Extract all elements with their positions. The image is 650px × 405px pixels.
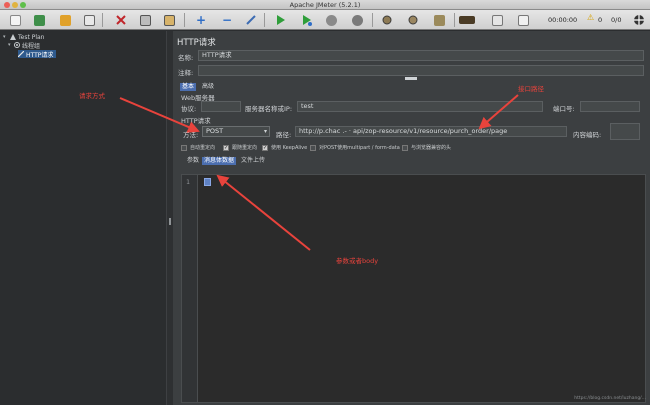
expand-toggle-icon[interactable]: ▾ (3, 34, 6, 40)
multipart-checkbox[interactable]: 对POST使用multipart / form-data (310, 144, 400, 151)
copy-icon[interactable] (136, 12, 154, 28)
protocol-label: 协议: (181, 105, 197, 113)
check-icon: ✓ (262, 144, 268, 151)
jmeter-window: Apache JMeter (5.2.1) + − 00:00:00 ⚠ 0 0… (0, 0, 650, 405)
method-label: 方法: (183, 131, 199, 139)
watermark: https://blog.csdn.net/luzhang/... (574, 396, 646, 401)
expand-icon[interactable]: + (192, 12, 210, 28)
server-field[interactable]: test (297, 101, 543, 112)
tab-advanced[interactable]: 高级 (200, 83, 216, 91)
encoding-label: 内容编码: (573, 131, 602, 139)
annotation-body: 参数或者body (336, 257, 379, 265)
toggle-icon[interactable] (242, 12, 260, 28)
test-plan-tree: ▾ Test Plan ▾ 线程组 HTTP请求 (0, 31, 167, 405)
tab-parameters[interactable]: 参数 (185, 157, 201, 165)
browser-headers-checkbox[interactable]: 与浏览器兼容的头 (402, 144, 451, 151)
check-icon: ✓ (223, 144, 229, 151)
chevron-down-icon: ▾ (263, 128, 267, 135)
line-number-gutter: 1 (182, 175, 198, 402)
toolbar: + − 00:00:00 ⚠ 0 0/0 (0, 10, 650, 30)
name-field[interactable]: HTTP请求 (198, 50, 644, 61)
templates-icon[interactable] (30, 12, 48, 28)
annotation-method: 请求方式 (79, 92, 105, 100)
port-label: 端口号: (553, 105, 575, 113)
window-title: Apache JMeter (5.2.1) (289, 1, 361, 9)
protocol-field[interactable] (201, 101, 241, 112)
elapsed-timer: 00:00:00 (548, 16, 578, 24)
help-icon[interactable] (630, 12, 648, 28)
clear-icon[interactable] (404, 12, 422, 28)
test-plan-icon (10, 34, 16, 40)
body-data-editor[interactable]: 1 (181, 174, 646, 403)
annotation-path: 接口路径 (518, 85, 544, 93)
http-request-panel: HTTP请求 名称: HTTP请求 注释: 基本 高级 Web服务器 协议: 服… (173, 31, 650, 405)
new-icon[interactable] (6, 12, 24, 28)
stop-icon[interactable] (322, 12, 340, 28)
port-field[interactable] (580, 101, 640, 112)
line-number: 1 (186, 178, 190, 186)
save-icon[interactable] (80, 12, 98, 28)
comment-field[interactable] (198, 65, 644, 76)
start-no-pause-icon[interactable] (298, 12, 316, 28)
start-icon[interactable] (272, 12, 290, 28)
path-field[interactable]: http://p.chac .- · api/zop-resource/v1/r… (295, 126, 567, 137)
tree-node-thread-group[interactable]: 线程组 (14, 41, 40, 50)
search-icon[interactable] (458, 12, 476, 28)
reset-search-icon[interactable] (488, 12, 506, 28)
divider-grip[interactable] (169, 218, 171, 225)
cut-icon[interactable] (112, 12, 130, 28)
name-label: 名称: (178, 54, 194, 62)
warning-icon[interactable]: ⚠ (587, 13, 594, 22)
clear-all-icon[interactable] (430, 12, 448, 28)
remote-icon[interactable] (378, 12, 396, 28)
title-bar: Apache JMeter (5.2.1) (0, 0, 650, 10)
resize-handle[interactable] (405, 77, 417, 80)
tree-node-http-request[interactable]: HTTP请求 (18, 50, 57, 59)
comment-label: 注释: (178, 69, 194, 77)
server-label: 服务器名称或IP: (245, 105, 293, 113)
open-icon[interactable] (56, 12, 74, 28)
method-select[interactable]: POST ▾ (202, 126, 270, 137)
thread-count: 0/0 (611, 16, 622, 24)
keepalive-checkbox[interactable]: ✓ 使用 KeepAlive (262, 144, 307, 151)
thread-group-icon (14, 42, 20, 48)
follow-redirect-checkbox[interactable]: ✓ 跟随重定向 (223, 144, 257, 151)
collapse-icon[interactable]: − (218, 12, 236, 28)
paste-icon[interactable] (160, 12, 178, 28)
tab-files-upload[interactable]: 文件上传 (239, 157, 267, 165)
tab-basic[interactable]: 基本 (180, 83, 197, 91)
panel-title: HTTP请求 (177, 38, 216, 48)
tab-body-data[interactable]: 消息体数据 (202, 157, 237, 165)
expand-toggle-icon[interactable]: ▾ (8, 42, 11, 48)
path-label: 路径: (276, 131, 292, 139)
auto-redirect-checkbox[interactable]: 自动重定向 (181, 144, 215, 151)
encoding-field[interactable] (610, 123, 640, 140)
warning-count: 0 (598, 16, 603, 24)
function-helper-icon[interactable] (514, 12, 532, 28)
text-cursor (204, 178, 211, 186)
http-request-section-label: HTTP请求 (181, 117, 211, 125)
http-sampler-icon (18, 51, 24, 57)
shutdown-icon[interactable] (348, 12, 366, 28)
